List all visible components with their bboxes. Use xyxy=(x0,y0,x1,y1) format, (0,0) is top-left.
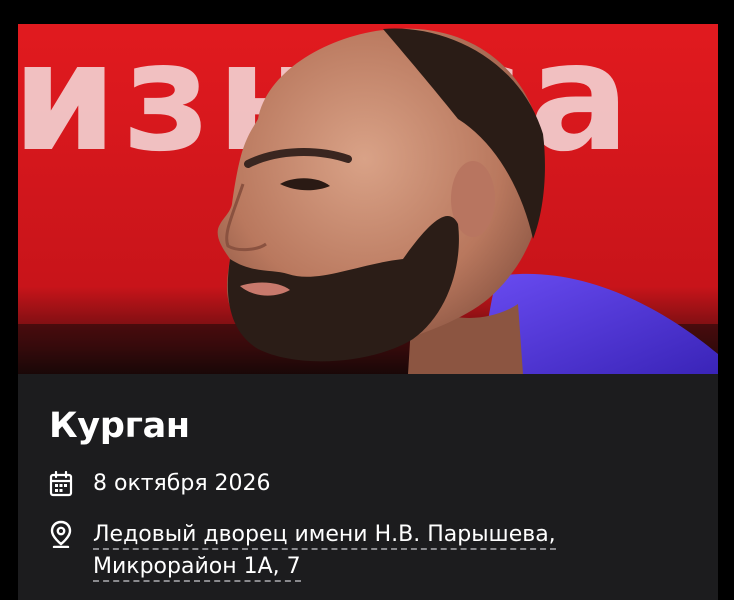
page-frame: изнеса xyxy=(0,0,734,600)
event-date: 8 октября 2026 xyxy=(93,471,271,496)
calendar-icon xyxy=(49,469,77,499)
venue-address-line-1[interactable]: Ледовый дворец имени Н.В. Парышева, xyxy=(93,522,556,550)
hero-photo: изнеса xyxy=(18,24,718,374)
hero-illustration: изнеса xyxy=(18,24,718,374)
event-info: Курган 8 октября 2026 Ледовый дворец име… xyxy=(18,374,718,600)
venue-address-line-2[interactable]: Микрорайон 1А, 7 xyxy=(93,554,301,582)
city-title: Курган xyxy=(49,406,190,446)
event-date-row: 8 октября 2026 xyxy=(49,469,271,499)
venue-link[interactable]: Ледовый дворец имени Н.В. Парышева, Микр… xyxy=(93,519,653,583)
location-pin-icon xyxy=(49,519,77,549)
event-venue-row[interactable]: Ледовый дворец имени Н.В. Парышева, Микр… xyxy=(49,519,653,583)
event-card[interactable]: изнеса xyxy=(18,24,718,600)
